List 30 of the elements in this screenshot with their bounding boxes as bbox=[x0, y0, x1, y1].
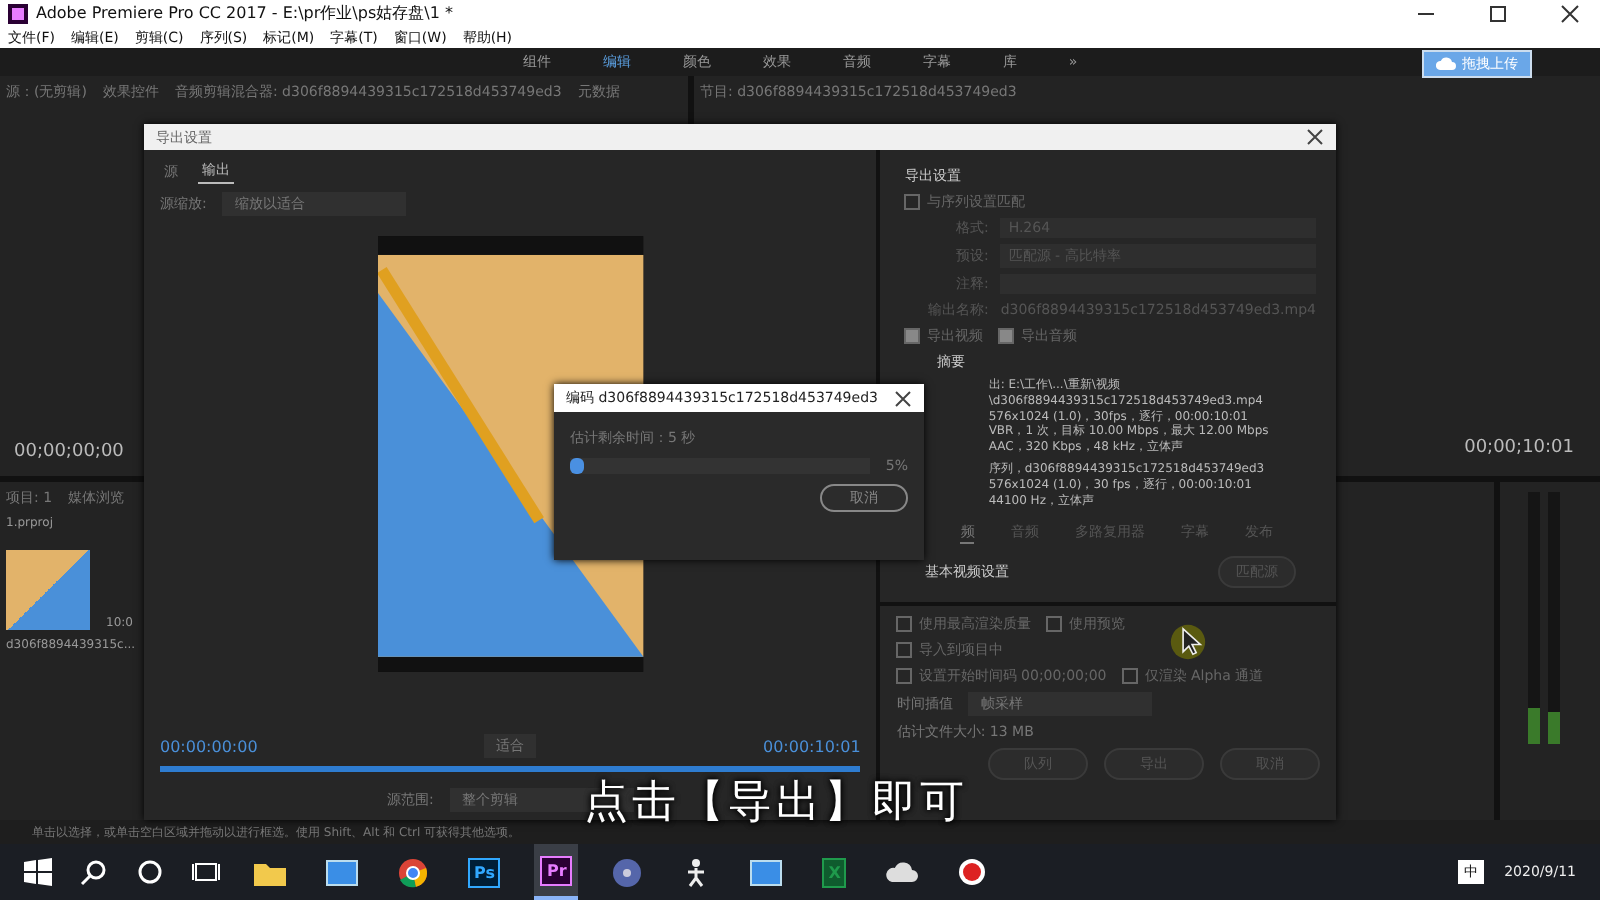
taskbar-app[interactable]: Pr bbox=[534, 844, 579, 900]
folder-icon bbox=[254, 859, 286, 885]
browser-icon bbox=[398, 857, 428, 887]
close-icon[interactable] bbox=[1306, 128, 1324, 146]
timecode: 00;00;10:01 bbox=[1464, 438, 1574, 458]
cloud-icon bbox=[886, 860, 919, 884]
taskbar-app[interactable]: X bbox=[816, 844, 853, 900]
app-icon: Ps bbox=[468, 857, 501, 887]
disc-icon bbox=[612, 857, 643, 887]
timecode: 00;00;00;00 bbox=[14, 442, 124, 462]
window-icon bbox=[326, 859, 358, 885]
task-view-icon[interactable] bbox=[192, 858, 220, 886]
record-icon bbox=[958, 858, 987, 886]
timecode: 00:00:00:00 bbox=[160, 737, 258, 755]
window-icon bbox=[750, 859, 783, 885]
close-icon[interactable] bbox=[894, 389, 912, 407]
windows-start-icon[interactable] bbox=[24, 858, 52, 886]
app-icon: Pr bbox=[540, 855, 573, 885]
clip-thumbnail[interactable] bbox=[6, 550, 90, 630]
close-icon[interactable] bbox=[1560, 3, 1580, 23]
circle-icon[interactable] bbox=[136, 858, 164, 886]
app-icon: X bbox=[822, 857, 847, 887]
premiere-app-icon bbox=[8, 3, 28, 23]
cloud-icon bbox=[1436, 56, 1456, 72]
maximize-icon[interactable] bbox=[1488, 3, 1508, 23]
search-icon[interactable] bbox=[80, 858, 108, 886]
mouse-cursor-icon bbox=[1170, 624, 1206, 660]
taskbar-app[interactable]: Ps bbox=[462, 844, 507, 900]
timecode: 00:00:10:01 bbox=[763, 737, 861, 755]
window-title: Adobe Premiere Pro CC 2017 - E:\pr作业\ps姑存盘\1 * bbox=[36, 2, 455, 24]
